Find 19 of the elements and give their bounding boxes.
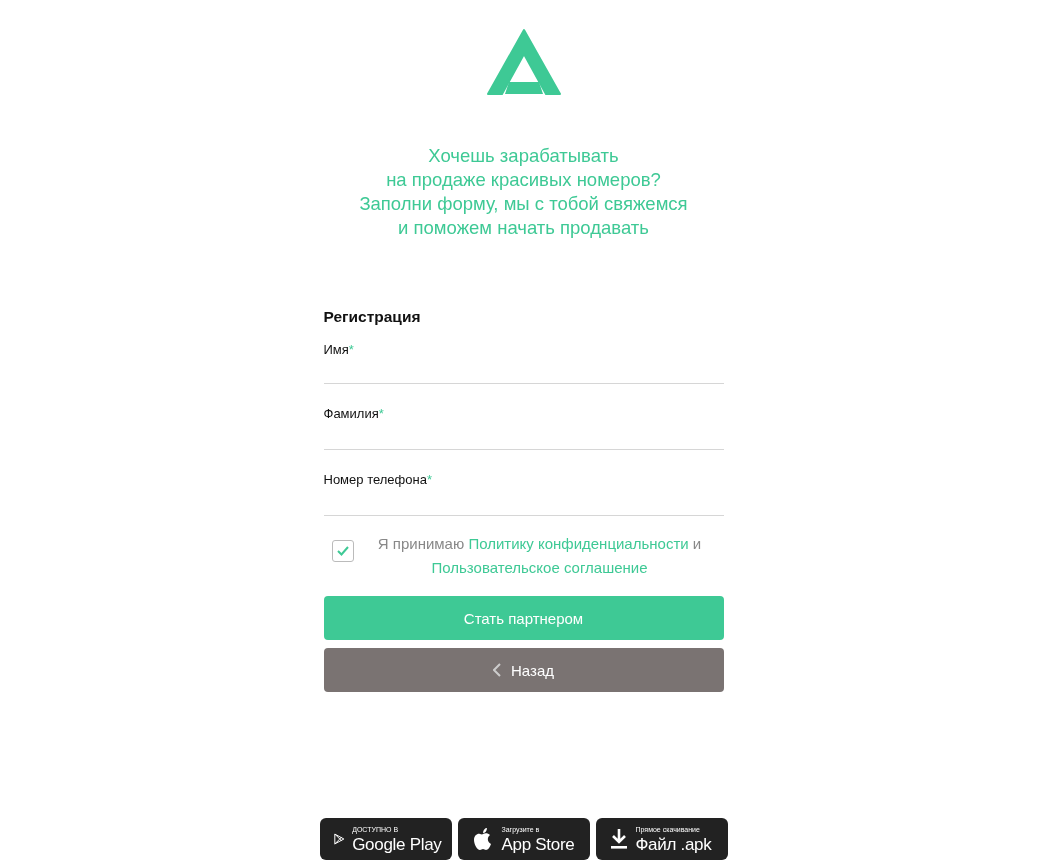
form-title: Регистрация [323, 308, 422, 326]
field-label: Фамилия* [323, 406, 384, 421]
checkbox[interactable] [331, 540, 354, 562]
check-icon [336, 546, 349, 556]
store-name: App Store [501, 835, 575, 853]
logo-icon [485, 28, 562, 96]
input-field[interactable]: Номер телефона* [323, 458, 724, 516]
field-label: Имя* [323, 342, 354, 357]
tagline: Хочешь зарабатывать на продаже красивых номеров? Заполни форму, мы с тобой свяжемся и поможем начать продавать [359, 144, 688, 240]
back-button[interactable]: Назад [323, 648, 724, 692]
input-field[interactable]: Фамилия* [323, 392, 724, 450]
store-name: Google Play [352, 835, 442, 853]
chevron-left-icon [493, 663, 501, 677]
field-label: Номер телефона* [323, 472, 432, 487]
download-icon [609, 828, 628, 850]
input-field[interactable]: Имя* [323, 326, 724, 384]
store-name: Файл .apk [635, 835, 712, 853]
consent-text: Я принимаю Политику конфиденциальности и Пользовательское соглашение [376, 534, 703, 578]
apple-icon [471, 826, 494, 852]
